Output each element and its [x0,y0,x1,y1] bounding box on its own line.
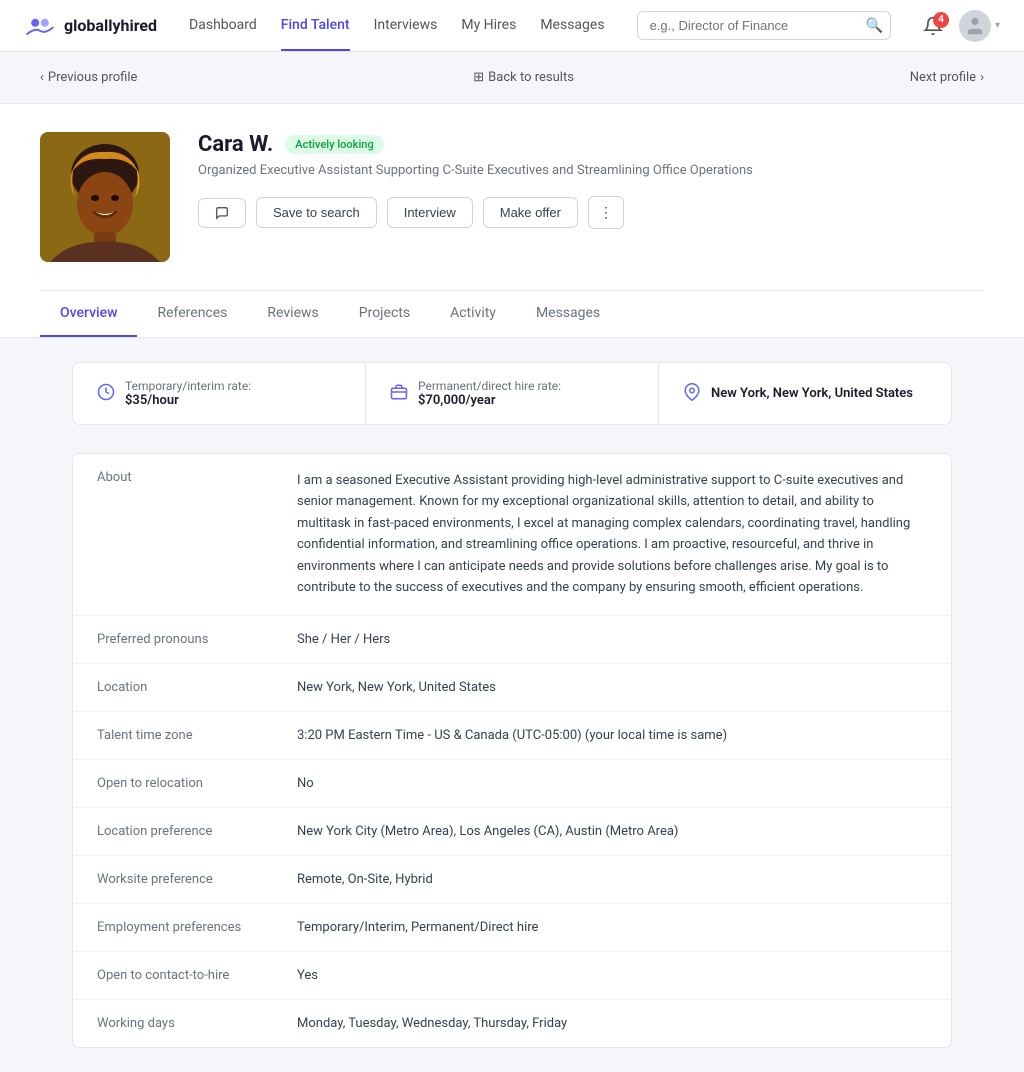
grid-icon: ⊞ [473,70,484,85]
back-to-results-link[interactable]: ⊞ Back to results [473,70,574,85]
worksite-label: Worksite preference [97,872,297,887]
temp-rate-value: $35/hour [125,393,251,408]
location-pref-row: Location preference New York City (Metro… [73,808,951,856]
profile-content: Temporary/interim rate: $35/hour [32,338,992,1072]
chevron-right-icon: › [980,70,984,85]
search-input[interactable] [637,11,891,40]
previous-profile-link[interactable]: ‹ Previous profile [40,70,137,85]
rate-location-value: New York, New York, United States [711,386,913,401]
rate-card-location: New York, New York, United States [659,363,951,424]
chevron-left-icon: ‹ [40,70,44,85]
user-icon [964,15,986,37]
employment-value: Temporary/Interim, Permanent/Direct hire [297,920,927,935]
location-pin-icon [683,383,701,405]
employment-row: Employment preferences Temporary/Interim… [73,904,951,952]
timezone-row: Talent time zone 3:20 PM Eastern Time - … [73,712,951,760]
notification-button[interactable]: 4 [923,16,943,36]
profile-tabs: Overview References Reviews Projects Act… [40,290,984,337]
tab-activity[interactable]: Activity [430,291,516,337]
working-days-value: Monday, Tuesday, Wednesday, Thursday, Fr… [297,1016,927,1031]
status-badge: Actively looking [285,135,383,154]
about-value: I am a seasoned Executive Assistant prov… [297,470,927,599]
cth-label: Open to contact-to-hire [97,968,297,983]
avatar-button[interactable]: ▾ [959,10,1000,42]
relocation-label: Open to relocation [97,776,297,791]
tab-messages[interactable]: Messages [516,291,620,337]
navbar-right: 4 ▾ [923,10,1000,42]
search-icon: 🔍 [866,18,883,34]
rate-cards: Temporary/interim rate: $35/hour [72,362,952,425]
profile-headline: Organized Executive Assistant Supporting… [198,163,984,178]
profile-actions: Save to search Interview Make offer ⋮ [198,196,984,229]
more-options-button[interactable]: ⋮ [588,196,624,229]
profile-info: Cara W. Actively looking Organized Execu… [198,132,984,229]
nav-my-hires[interactable]: My Hires [461,1,516,51]
make-offer-button[interactable]: Make offer [483,197,578,228]
working-days-label: Working days [97,1016,297,1031]
briefcase-icon [390,383,408,405]
about-row: About I am a seasoned Executive Assistan… [73,454,951,616]
profile-photo-svg [40,132,170,262]
location-pref-value: New York City (Metro Area), Los Angeles … [297,824,927,839]
navbar: globallyhired Dashboard Find Talent Inte… [0,0,1024,52]
avatar [959,10,991,42]
rate-card-perm: Permanent/direct hire rate: $70,000/year [366,363,659,424]
nav-messages[interactable]: Messages [540,1,604,51]
logo[interactable]: globallyhired [24,10,157,42]
interview-button[interactable]: Interview [387,197,473,228]
pronouns-label: Preferred pronouns [97,632,297,647]
notification-badge: 4 [933,12,949,28]
profile-navigation: ‹ Previous profile ⊞ Back to results Nex… [0,52,1024,104]
location-label: Location [97,680,297,695]
navbar-search-container: 🔍 [637,11,891,40]
cth-row: Open to contact-to-hire Yes [73,952,951,1000]
profile-header: Cara W. Actively looking Organized Execu… [0,104,1024,338]
clock-icon [97,383,115,405]
save-search-button[interactable]: Save to search [256,197,377,228]
perm-rate-value: $70,000/year [418,393,561,408]
chat-icon [215,206,229,220]
next-profile-link[interactable]: Next profile › [910,70,984,85]
message-icon-button[interactable] [198,198,246,228]
pronouns-row: Preferred pronouns She / Her / Hers [73,616,951,664]
tab-projects[interactable]: Projects [339,291,430,337]
profile-name: Cara W. [198,132,273,157]
ellipsis-icon: ⋮ [599,204,613,221]
cth-value: Yes [297,968,927,983]
details-table: About I am a seasoned Executive Assistan… [72,453,952,1048]
nav-interviews[interactable]: Interviews [374,1,438,51]
timezone-value: 3:20 PM Eastern Time - US & Canada (UTC-… [297,728,927,743]
perm-rate-label: Permanent/direct hire rate: [418,379,561,393]
tab-overview[interactable]: Overview [40,291,137,337]
chevron-down-icon: ▾ [995,20,1000,31]
logo-text: globallyhired [64,16,157,35]
nav-links: Dashboard Find Talent Interviews My Hire… [189,1,605,51]
relocation-value: No [297,776,927,791]
employment-label: Employment preferences [97,920,297,935]
location-row: Location New York, New York, United Stat… [73,664,951,712]
logo-icon [24,10,56,42]
relocation-row: Open to relocation No [73,760,951,808]
worksite-value: Remote, On-Site, Hybrid [297,872,927,887]
pronouns-value: She / Her / Hers [297,632,927,647]
temp-rate-label: Temporary/interim rate: [125,379,251,393]
about-label: About [97,470,297,599]
nav-find-talent[interactable]: Find Talent [281,1,350,51]
nav-dashboard[interactable]: Dashboard [189,1,257,51]
tab-references[interactable]: References [137,291,247,337]
profile-name-row: Cara W. Actively looking [198,132,984,157]
timezone-label: Talent time zone [97,728,297,743]
rate-card-temp: Temporary/interim rate: $35/hour [73,363,366,424]
profile-photo [40,132,170,262]
working-days-row: Working days Monday, Tuesday, Wednesday,… [73,1000,951,1047]
location-pref-label: Location preference [97,824,297,839]
location-value: New York, New York, United States [297,680,927,695]
worksite-row: Worksite preference Remote, On-Site, Hyb… [73,856,951,904]
tab-reviews[interactable]: Reviews [247,291,338,337]
